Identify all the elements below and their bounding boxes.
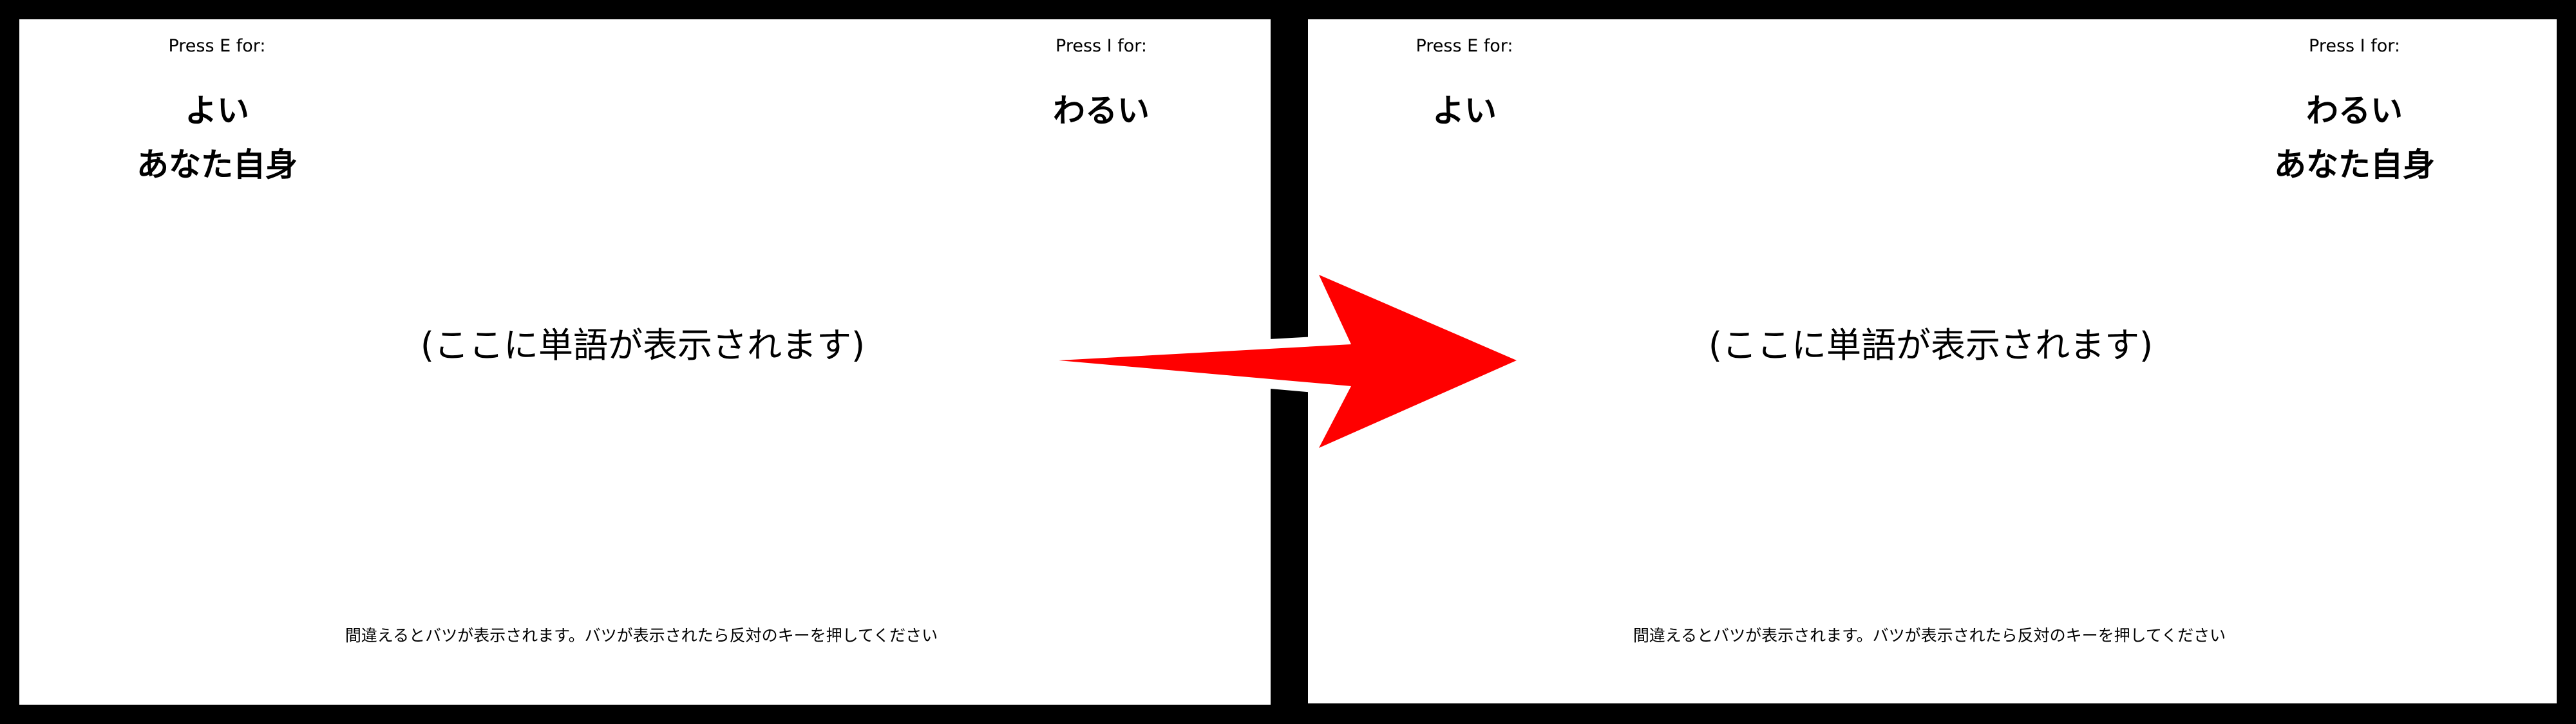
stimulus-placeholder: (ここに単語が表示されます) <box>420 325 866 366</box>
right-category-label: わるい <box>1053 92 1150 129</box>
right-category: わるい あなた自身 <box>2274 84 2435 192</box>
left-category-label: あなた自身 <box>137 146 298 183</box>
right-key-label: Press I for: <box>1056 36 1147 56</box>
right-category: わるい <box>1053 84 1150 138</box>
left-category-label: よい <box>185 92 249 129</box>
right-category-label: わるい <box>2306 92 2403 129</box>
right-key-label: Press I for: <box>2309 36 2400 56</box>
stimulus-placeholder: (ここに単語が表示されます) <box>1708 325 2154 366</box>
left-category: よい あなた自身 <box>137 84 298 192</box>
instruction-text: 間違えるとバツが表示されます。バツが表示されたら反対のキーを押してください <box>345 626 938 645</box>
left-key-label: Press E for: <box>168 36 266 56</box>
left-category-label: よい <box>1432 92 1497 129</box>
screen-before: Press E for: Press I for: よい あなた自身 わるい (… <box>19 19 1271 705</box>
left-category: よい <box>1432 84 1497 138</box>
left-key-label: Press E for: <box>1416 36 1513 56</box>
instruction-text: 間違えるとバツが表示されます。バツが表示されたら反対のキーを押してください <box>1633 626 2226 645</box>
right-category-label: あなた自身 <box>2274 146 2435 183</box>
screen-after: Press E for: Press I for: よい わるい あなた自身 (… <box>1308 19 2557 703</box>
